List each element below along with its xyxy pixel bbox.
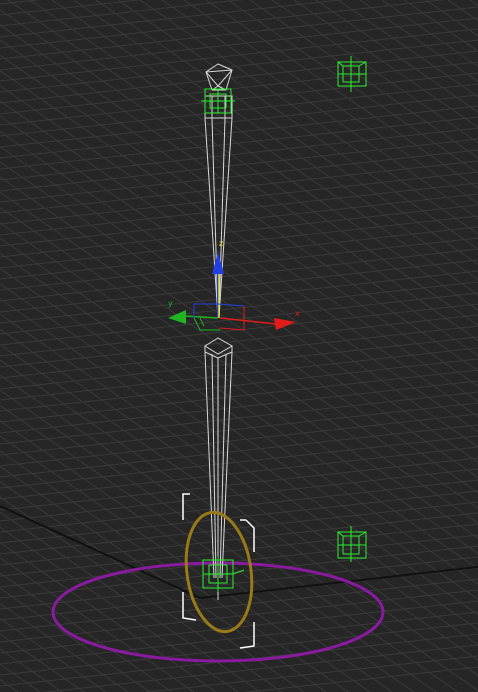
3d-viewport[interactable]: z x y: [0, 0, 478, 692]
helper-bottom-right[interactable]: [337, 526, 367, 562]
viewport-scene[interactable]: z x y: [0, 0, 478, 692]
gizmo-y-axis[interactable]: [183, 315, 219, 319]
transform-gizmo[interactable]: z x y: [168, 239, 300, 331]
gizmo-x-label: x: [295, 309, 300, 318]
gizmo-y-arrow[interactable]: [168, 310, 186, 324]
gizmo-y-label: y: [168, 299, 173, 308]
gizmo-z-label: z: [219, 239, 223, 248]
